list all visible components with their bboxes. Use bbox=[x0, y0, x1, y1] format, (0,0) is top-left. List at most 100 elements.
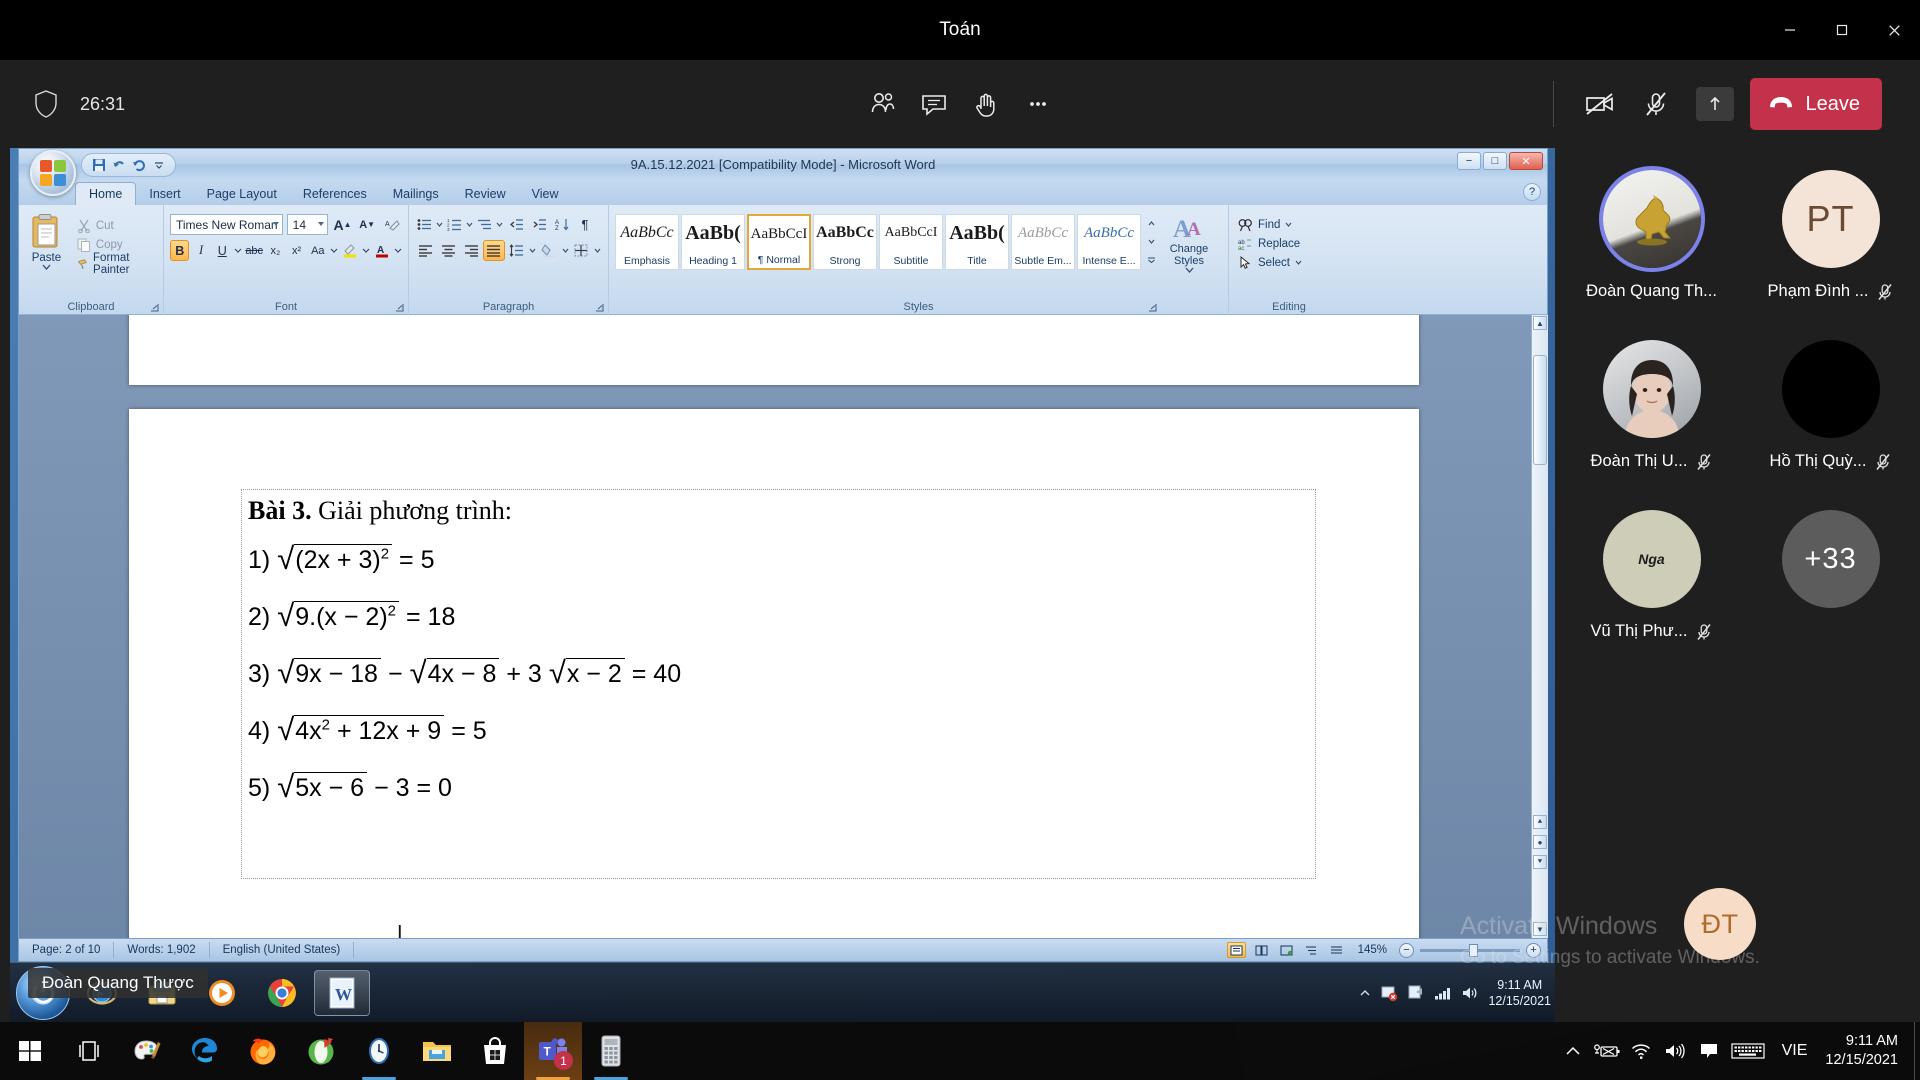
borders-icon[interactable] bbox=[570, 240, 592, 261]
zoom-out-button[interactable]: − bbox=[1399, 942, 1414, 958]
close-button[interactable] bbox=[1868, 0, 1920, 60]
outline-icon[interactable] bbox=[1302, 942, 1321, 958]
show-marks-icon[interactable]: ¶ bbox=[574, 214, 596, 235]
shrink-font-button[interactable]: A ▼ bbox=[357, 214, 378, 235]
strikethrough-button[interactable]: abc bbox=[245, 240, 264, 261]
font-size-combo[interactable]: 14 bbox=[286, 214, 329, 235]
font-color-dropdown-icon[interactable] bbox=[393, 240, 402, 261]
change-case-button[interactable]: Aa bbox=[308, 240, 327, 261]
sort-icon[interactable]: AZ bbox=[551, 214, 573, 235]
participant-tile[interactable]: Hồ Thị Quỳ... bbox=[1741, 340, 1920, 510]
style-strong[interactable]: AaBbCc Strong bbox=[813, 213, 877, 270]
tab-view[interactable]: View bbox=[519, 182, 572, 205]
line-spacing-dropdown-icon[interactable] bbox=[528, 240, 537, 261]
participant-tile[interactable]: Đoàn Quang Th... bbox=[1562, 170, 1741, 340]
shading-icon[interactable] bbox=[538, 240, 560, 261]
wifi-icon[interactable] bbox=[1624, 1022, 1658, 1080]
grow-font-button[interactable]: A ▲ bbox=[332, 214, 353, 235]
styles-more-icon[interactable] bbox=[1145, 251, 1158, 268]
leave-button[interactable]: Leave bbox=[1749, 78, 1882, 130]
battery-not-charging-icon[interactable] bbox=[1590, 1022, 1624, 1080]
tab-mailings[interactable]: Mailings bbox=[380, 182, 452, 205]
subscript-button[interactable]: x₂ bbox=[266, 240, 285, 261]
styles-dialog-launcher[interactable] bbox=[1148, 303, 1158, 313]
scroll-up-icon[interactable]: ▲ bbox=[1533, 316, 1547, 330]
align-right-icon[interactable] bbox=[460, 240, 482, 261]
tab-home[interactable]: Home bbox=[75, 182, 137, 205]
microsoft-store-app-button[interactable] bbox=[466, 1022, 524, 1080]
justify-icon[interactable] bbox=[482, 240, 505, 261]
superscript-button[interactable]: x² bbox=[287, 240, 306, 261]
draft-icon[interactable] bbox=[1327, 942, 1346, 958]
tab-page-layout[interactable]: Page Layout bbox=[194, 182, 290, 205]
show-hidden-icons-icon[interactable] bbox=[1556, 1022, 1590, 1080]
document-page-2[interactable]: Bài 3. Giải phương trình: 1) √ (2x + 3)2 … bbox=[129, 409, 1419, 938]
font-name-combo[interactable]: Times New Roman bbox=[170, 214, 283, 235]
decrease-indent-icon[interactable] bbox=[505, 214, 527, 235]
numbering-dropdown-icon[interactable] bbox=[465, 214, 474, 235]
clock[interactable]: 9:11 AM 12/15/2021 bbox=[1819, 1032, 1914, 1070]
language-indicator[interactable]: VIE bbox=[1770, 1042, 1820, 1060]
multilevel-dropdown-icon[interactable] bbox=[495, 214, 504, 235]
inner-action-center-icon[interactable] bbox=[1407, 984, 1425, 1002]
language-indicator[interactable]: English (United States) bbox=[210, 942, 355, 958]
word-document-canvas[interactable]: Bài 3. Giải phương trình: 1) √ (2x + 3)2 … bbox=[18, 315, 1548, 938]
office-button-icon[interactable] bbox=[30, 150, 76, 196]
tab-references[interactable]: References bbox=[290, 182, 380, 205]
task-view-button[interactable] bbox=[60, 1022, 118, 1080]
clear-formatting-icon[interactable]: A bbox=[381, 214, 402, 235]
inner-clock[interactable]: 9:11 AM 12/15/2021 bbox=[1488, 977, 1551, 1009]
align-center-icon[interactable] bbox=[438, 240, 460, 261]
inner-google-chrome-icon[interactable] bbox=[254, 970, 310, 1016]
calculator-app-button[interactable] bbox=[582, 1022, 640, 1080]
increase-indent-icon[interactable] bbox=[528, 214, 550, 235]
inner-microsoft-word-icon[interactable]: W bbox=[314, 969, 370, 1016]
raise-hand-icon[interactable] bbox=[960, 78, 1012, 130]
word-minimize-button[interactable]: − bbox=[1457, 152, 1481, 170]
style-subtitle[interactable]: AaBbCcI Subtitle bbox=[879, 213, 943, 270]
edge-app-button[interactable] bbox=[176, 1022, 234, 1080]
participant-tile[interactable]: Đoàn Thị U... bbox=[1562, 340, 1741, 510]
change-styles-button[interactable]: A A Change Styles bbox=[1158, 209, 1220, 273]
maximize-button[interactable] bbox=[1816, 0, 1868, 60]
numbering-icon[interactable]: 123 bbox=[445, 214, 464, 235]
highlight-icon[interactable] bbox=[340, 240, 359, 261]
style-title[interactable]: AaBb( Title bbox=[945, 213, 1009, 270]
multilevel-list-icon[interactable] bbox=[475, 214, 494, 235]
word-close-button[interactable]: ✕ bbox=[1509, 152, 1543, 170]
inner-show-hidden-icon[interactable] bbox=[1359, 988, 1371, 998]
align-left-icon[interactable] bbox=[415, 240, 437, 261]
active-speaker-avatar[interactable]: ĐT bbox=[1684, 888, 1756, 960]
bold-button[interactable]: B bbox=[170, 240, 190, 261]
show-desktop-button[interactable] bbox=[1914, 1022, 1920, 1080]
firefox-app-button[interactable] bbox=[234, 1022, 292, 1080]
select-button[interactable]: Select bbox=[1235, 253, 1343, 272]
styles-scroll-up-icon[interactable] bbox=[1145, 215, 1158, 232]
find-button[interactable]: Find bbox=[1235, 215, 1343, 234]
word-restore-button[interactable]: □ bbox=[1483, 152, 1507, 170]
participant-tile[interactable]: Nga Vũ Thị Phư... bbox=[1562, 510, 1741, 680]
print-layout-icon[interactable] bbox=[1226, 942, 1246, 958]
document-text-box[interactable]: Bài 3. Giải phương trình: 1) √ (2x + 3)2 … bbox=[241, 489, 1316, 938]
next-page-icon[interactable]: ⯆ bbox=[1533, 855, 1547, 869]
format-painter-button[interactable]: Format Painter bbox=[74, 252, 157, 276]
chat-icon[interactable] bbox=[908, 78, 960, 130]
font-dialog-launcher[interactable] bbox=[395, 303, 405, 313]
touch-keyboard-icon[interactable] bbox=[1726, 1022, 1770, 1080]
more-options-icon[interactable] bbox=[1012, 78, 1064, 130]
select-browse-object-icon[interactable]: ● bbox=[1533, 835, 1547, 849]
underline-dropdown-icon[interactable] bbox=[234, 240, 243, 261]
underline-button[interactable]: U bbox=[213, 240, 232, 261]
paste-button[interactable]: Paste bbox=[25, 213, 68, 273]
line-spacing-icon[interactable] bbox=[506, 240, 528, 261]
bullets-icon[interactable] bbox=[415, 214, 434, 235]
zoom-level[interactable]: 145% bbox=[1352, 944, 1393, 956]
shading-dropdown-icon[interactable] bbox=[561, 240, 570, 261]
paint-app-button[interactable] bbox=[118, 1022, 176, 1080]
people-icon[interactable] bbox=[856, 78, 908, 130]
participant-tile[interactable]: PT Phạm Đình ... bbox=[1741, 170, 1920, 340]
font-color-button[interactable]: A bbox=[372, 240, 391, 261]
cut-button[interactable]: Cut bbox=[74, 216, 157, 235]
web-layout-icon[interactable] bbox=[1277, 942, 1296, 958]
borders-dropdown-icon[interactable] bbox=[593, 240, 602, 261]
